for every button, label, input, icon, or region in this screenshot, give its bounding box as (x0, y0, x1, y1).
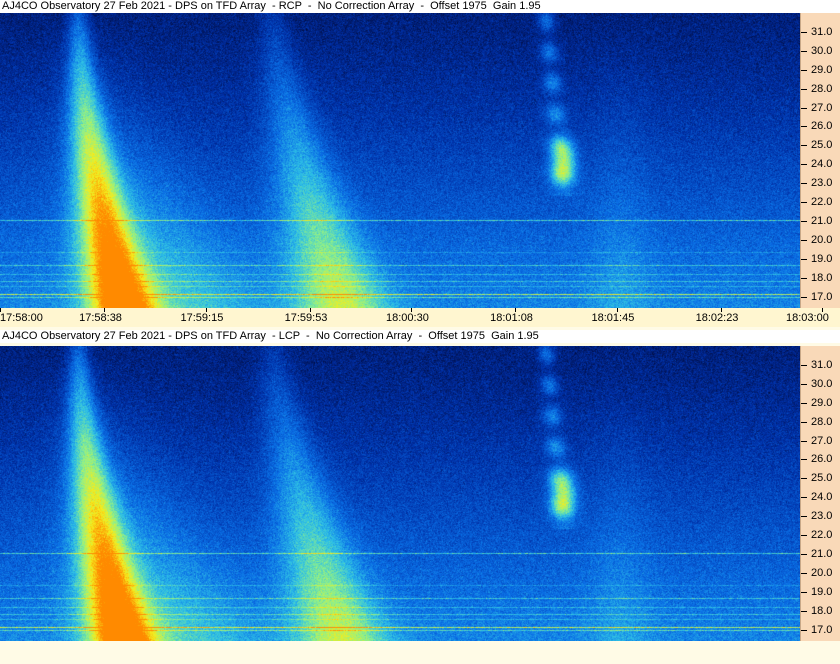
freq-tick-label: 24.0 (811, 158, 833, 171)
freq-tick (801, 535, 807, 537)
freq-tick (801, 516, 807, 518)
freq-tick (801, 31, 807, 33)
freq-tick (801, 145, 807, 147)
freq-tick-label: 22.0 (811, 529, 833, 542)
freq-tick-label: 17.0 (811, 290, 833, 303)
freq-tick-label: 18.0 (811, 271, 833, 284)
freq-tick-label: 24.0 (811, 491, 833, 504)
freq-tick-label: 20.0 (811, 233, 833, 246)
time-tick-label: 18:01:45 (591, 312, 635, 324)
rcp-frequency-axis: 31.0 30.0 29.0 28.0 27.0 26.0 25.0 24.0 23.0 22.0… (800, 13, 840, 308)
freq-tick-label: 21.0 (811, 215, 833, 227)
freq-tick (801, 554, 807, 555)
freq-tick (801, 421, 807, 423)
freq-tick (801, 69, 807, 71)
freq-tick (801, 459, 807, 461)
freq-tick-label: 20.0 (811, 566, 833, 579)
freq-tick-label: 29.0 (811, 396, 833, 409)
freq-tick-label: 23.0 (811, 177, 833, 190)
freq-tick (801, 164, 807, 166)
time-tick-label: 17:58:00 (0, 312, 43, 324)
freq-tick (801, 497, 807, 499)
freq-tick (801, 610, 807, 612)
freq-tick (801, 402, 807, 404)
freq-tick (801, 296, 807, 298)
freq-tick (801, 126, 807, 128)
freq-tick-label: 25.0 (811, 139, 833, 152)
freq-tick (801, 364, 807, 366)
time-tick-label: 18:02:23 (695, 312, 739, 324)
freq-tick-label: 28.0 (811, 82, 833, 95)
time-tick-label: 18:01:08 (490, 312, 533, 324)
freq-tick (801, 478, 807, 480)
freq-tick (801, 239, 807, 241)
freq-tick-label: 27.0 (811, 434, 833, 447)
freq-tick-label: 19.0 (811, 585, 833, 598)
freq-tick-label: 30.0 (811, 377, 833, 390)
time-tick-label: 17:59:15 (180, 312, 224, 324)
freq-tick-label: 27.0 (811, 101, 833, 114)
time-tick-label: 18:00:30 (386, 312, 429, 324)
lcp-frequency-axis: 31.0 30.0 29.0 28.0 27.0 26.0 25.0 24.0 23.0 22.0… (800, 346, 840, 641)
freq-tick (801, 258, 807, 260)
freq-tick-label: 29.0 (811, 63, 833, 76)
rcp-panel-title: AJ4CO Observatory 27 Feb 2021 - DPS on T… (0, 0, 840, 13)
lcp-spectrogram (0, 346, 800, 641)
time-tick-label: 17:58:38 (79, 312, 122, 324)
freq-tick-label: 19.0 (811, 252, 833, 265)
time-tick-label: 17:59:53 (284, 312, 328, 324)
rcp-spectrogram (0, 13, 800, 308)
freq-tick (801, 572, 807, 574)
lcp-panel-title: AJ4CO Observatory 27 Feb 2021 - DPS on T… (0, 330, 840, 343)
freq-tick-label: 31.0 (811, 358, 833, 371)
freq-tick (801, 440, 807, 442)
time-axis: 17:58:00 17:58:38 17:59:15 17:59:53 18:00:30… (0, 308, 840, 327)
freq-tick-label: 25.0 (811, 472, 833, 485)
freq-tick (801, 277, 807, 279)
freq-tick (801, 107, 807, 109)
freq-tick (801, 50, 807, 52)
freq-tick-label: 28.0 (811, 415, 833, 428)
freq-tick-label: 21.0 (811, 548, 833, 560)
freq-tick-label: 18.0 (811, 604, 833, 617)
freq-tick (801, 591, 807, 593)
freq-tick-label: 22.0 (811, 196, 833, 209)
freq-tick (801, 88, 807, 90)
freq-tick (801, 183, 807, 185)
freq-tick-label: 23.0 (811, 510, 833, 523)
freq-tick-label: 31.0 (811, 25, 833, 38)
freq-tick-label: 26.0 (811, 453, 833, 466)
freq-tick (801, 221, 807, 222)
freq-tick-label: 26.0 (811, 120, 833, 133)
freq-tick (801, 629, 807, 631)
freq-tick-label: 17.0 (811, 623, 833, 636)
freq-tick (801, 202, 807, 204)
freq-tick-label: 30.0 (811, 44, 833, 57)
time-tick-label: 18:03:00 (786, 312, 829, 324)
freq-tick (801, 383, 807, 385)
